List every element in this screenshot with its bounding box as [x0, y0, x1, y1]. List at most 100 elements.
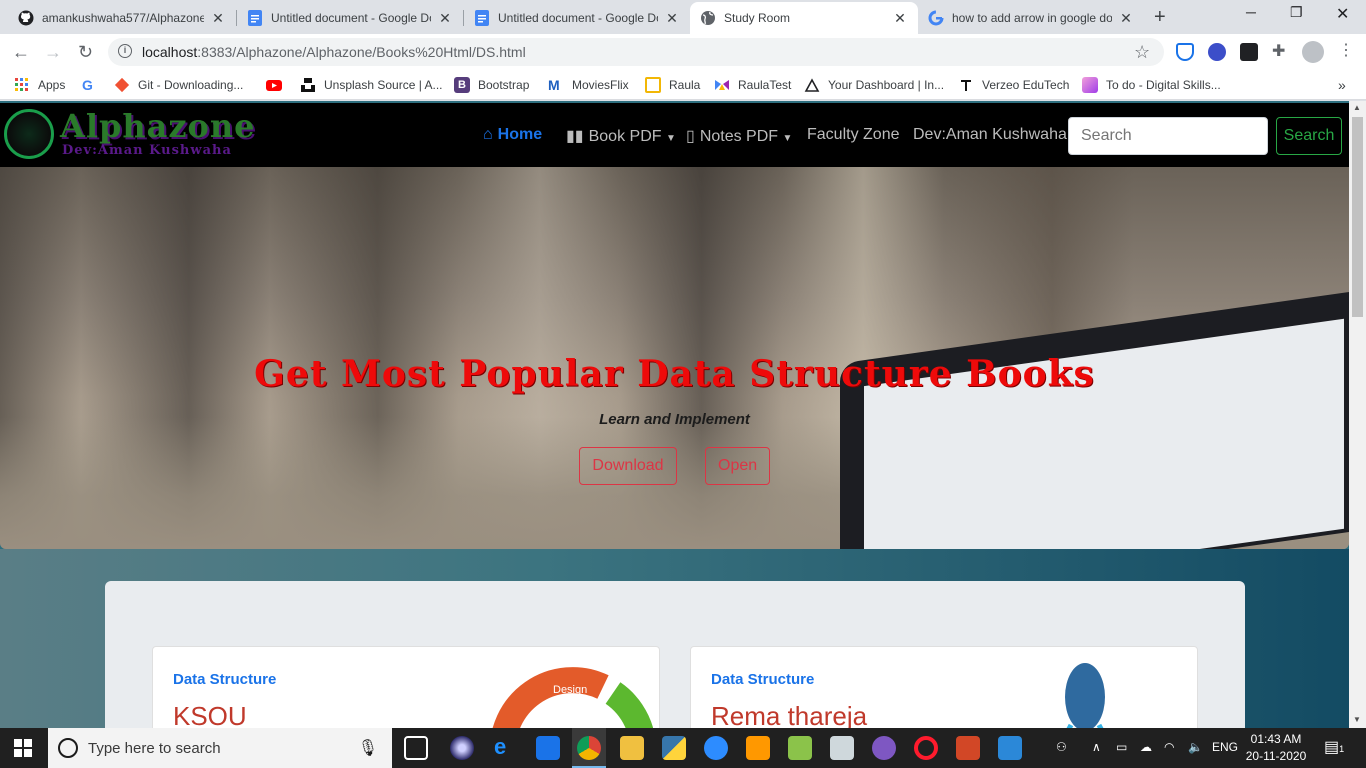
opera-icon[interactable] — [914, 736, 938, 760]
tree-structure-image — [1065, 663, 1105, 728]
edge-icon[interactable]: e — [494, 736, 518, 760]
raula-icon — [645, 77, 661, 93]
cube-extension-icon[interactable] — [1240, 43, 1258, 61]
bookmark-youtube[interactable] — [266, 77, 290, 93]
volume-icon[interactable]: 🔈 — [1188, 740, 1203, 754]
cloud-icon[interactable]: ☁ — [1140, 740, 1152, 754]
close-icon[interactable]: ✕ — [437, 10, 453, 27]
chrome-taskbar-button[interactable] — [572, 728, 606, 768]
monitor-app-icon[interactable] — [830, 736, 854, 760]
wifi-icon[interactable]: ◠ — [1164, 740, 1174, 754]
bookmark-raula[interactable]: Raula — [645, 77, 700, 93]
bookmarks-overflow-icon[interactable]: » — [1338, 77, 1346, 93]
sublime-icon[interactable] — [746, 736, 770, 760]
bookmark-verzeo[interactable]: Verzeo EduTech — [958, 77, 1069, 93]
close-icon[interactable]: ✕ — [892, 10, 908, 27]
todo-icon — [1082, 77, 1098, 93]
bookmark-google[interactable]: G — [82, 77, 106, 93]
close-icon[interactable]: ✕ — [1118, 10, 1134, 27]
scroll-up-icon[interactable]: ▲ — [1353, 103, 1361, 112]
puzzle-extensions-icon[interactable]: ✚ — [1272, 41, 1290, 60]
minimize-icon[interactable]: ─ — [1246, 4, 1256, 20]
forward-icon[interactable]: → — [44, 42, 62, 63]
book-card-ksou[interactable]: Data Structure KSOU Design — [152, 646, 660, 728]
extension-icon[interactable] — [1208, 43, 1226, 61]
browser-tab-strip: amankushwaha577/Alphazone ✕ Untitled doc… — [0, 0, 1366, 34]
open-button[interactable]: Open — [705, 447, 770, 485]
bookmarks-bar: Apps G Git - Downloading... Unsplash Sou… — [0, 70, 1366, 100]
nav-dev[interactable]: Dev:Aman Kushwaha — [913, 126, 1067, 144]
tray-chevron-icon[interactable]: ∧ — [1092, 740, 1101, 754]
nav-home[interactable]: ⌂ Home — [483, 126, 542, 144]
bookmark-raulatest[interactable]: RaulaTest — [714, 77, 791, 93]
moviesflix-icon: M — [548, 77, 560, 93]
site-search-button[interactable]: Search — [1276, 117, 1342, 155]
info-icon[interactable]: i — [118, 44, 132, 58]
tab-google-docs-2[interactable]: Untitled document - Google Docs ✕ — [464, 2, 690, 34]
app-cube-icon[interactable] — [788, 736, 812, 760]
powerpoint-icon[interactable] — [956, 736, 980, 760]
bookmark-git[interactable]: Git - Downloading... — [114, 77, 243, 93]
nav-faculty-zone[interactable]: Faculty Zone — [807, 126, 899, 144]
profile-avatar-icon[interactable] — [1302, 41, 1324, 63]
photos-icon[interactable] — [998, 736, 1022, 760]
zoom-icon[interactable] — [704, 736, 728, 760]
tab-github[interactable]: amankushwaha577/Alphazone ✕ — [8, 2, 236, 34]
page-viewport: Alphazone Dev:Aman Kushwaha ⌂ Home ▮▮ Book… — [0, 101, 1366, 728]
window-close-icon[interactable]: ✕ — [1336, 4, 1349, 24]
close-icon[interactable]: ✕ — [664, 10, 680, 27]
google-icon — [928, 10, 944, 26]
tab-google-search[interactable]: how to add arrow in google docs ✕ — [918, 2, 1144, 34]
address-bar[interactable]: i localhost:8383/Alphazone/Alphazone/Boo… — [108, 38, 1164, 66]
task-view-icon[interactable] — [404, 736, 428, 760]
taskbar-clock[interactable]: 01:43 AM 20-11-2020 — [1242, 731, 1310, 765]
bookmark-star-icon[interactable]: ☆ — [1134, 42, 1150, 63]
card-subject: Data Structure — [173, 671, 277, 688]
tab-google-docs-1[interactable]: Untitled document - Google Docs ✕ — [237, 2, 463, 34]
bookmark-moviesflix[interactable]: M MoviesFlix — [548, 77, 629, 93]
download-button[interactable]: Download — [579, 447, 677, 485]
book-card-rema-thareja[interactable]: Data Structure Rema thareja — [690, 646, 1198, 728]
battery-icon[interactable]: ▭ — [1116, 740, 1127, 754]
language-indicator[interactable]: ENG — [1212, 740, 1238, 754]
bookmark-unsplash[interactable]: Unsplash Source | A... — [300, 77, 443, 93]
maximize-icon[interactable]: ❐ — [1290, 4, 1303, 21]
google-docs-icon — [247, 10, 263, 26]
new-tab-button[interactable]: + — [1154, 6, 1166, 29]
menu-kebab-icon[interactable]: ⋮ — [1338, 40, 1356, 59]
bookmark-todo[interactable]: To do - Digital Skills... — [1082, 77, 1221, 93]
nav-notes-pdf[interactable]: ▯ Notes PDF ▼ — [686, 126, 792, 146]
store-icon[interactable] — [536, 736, 560, 760]
python-icon[interactable] — [662, 736, 686, 760]
tab-study-room[interactable]: Study Room ✕ — [690, 2, 918, 34]
eclipse-icon[interactable] — [450, 736, 474, 760]
caret-down-icon: ▼ — [782, 133, 793, 144]
brand-logo[interactable]: Alphazone Dev:Aman Kushwaha — [4, 107, 274, 161]
scrollbar-thumb[interactable] — [1352, 117, 1363, 317]
app-cat-icon[interactable] — [872, 736, 896, 760]
reload-icon[interactable]: ↻ — [78, 42, 93, 63]
people-icon[interactable]: ⚇ — [1056, 740, 1067, 754]
chrome-icon — [577, 736, 601, 760]
page-scrollbar[interactable]: ▲ ▼ — [1349, 101, 1366, 728]
bookmark-dashboard[interactable]: Your Dashboard | In... — [804, 77, 944, 93]
close-icon[interactable]: ✕ — [210, 10, 226, 27]
taskbar-search-box[interactable]: Type here to search 🎙 — [48, 728, 392, 768]
nav-book-pdf[interactable]: ▮▮ Book PDF ▼ — [566, 126, 676, 146]
site-search-input[interactable] — [1068, 117, 1268, 155]
bookmark-bootstrap[interactable]: B Bootstrap — [454, 77, 529, 93]
file-explorer-icon[interactable] — [620, 736, 644, 760]
microphone-icon[interactable]: 🎙 — [358, 738, 378, 758]
back-icon[interactable]: ← — [12, 42, 30, 63]
site-navbar: Alphazone Dev:Aman Kushwaha ⌂ Home ▮▮ Book… — [0, 103, 1349, 167]
pdf-file-icon: ▯ — [686, 128, 695, 145]
scroll-down-icon[interactable]: ▼ — [1353, 715, 1361, 724]
dashboard-icon — [804, 77, 820, 93]
bookmark-apps[interactable]: Apps — [14, 77, 65, 93]
shield-extension-icon[interactable] — [1176, 43, 1194, 61]
raulatest-icon — [714, 77, 730, 93]
globe-logo-icon — [4, 109, 54, 159]
url-text[interactable]: localhost:8383/Alphazone/Alphazone/Books… — [142, 44, 526, 60]
notification-center-icon[interactable]: ▤1 — [1324, 737, 1344, 757]
windows-start-icon[interactable] — [14, 739, 32, 757]
